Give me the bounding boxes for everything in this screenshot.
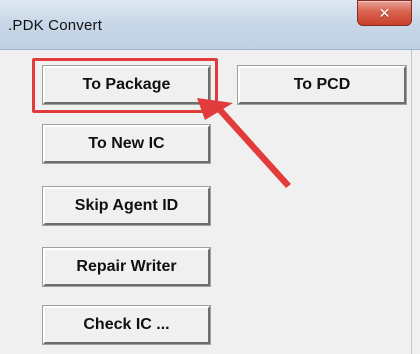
- to-new-ic-button[interactable]: To New IC: [42, 124, 211, 164]
- close-button[interactable]: ✕: [357, 0, 412, 26]
- to-pcd-button[interactable]: To PCD: [237, 65, 407, 105]
- close-icon: ✕: [378, 4, 391, 21]
- title-bar: .PDK Convert ✕: [0, 0, 420, 50]
- pdk-convert-window: .PDK Convert ✕ To Package To PCD To New …: [0, 0, 420, 354]
- skip-agent-id-button[interactable]: Skip Agent ID: [42, 186, 211, 226]
- repair-writer-button[interactable]: Repair Writer: [42, 247, 211, 287]
- check-ic-button[interactable]: Check IC ...: [42, 305, 211, 345]
- highlight-annotation: [32, 58, 218, 113]
- window-title: .PDK Convert: [8, 17, 103, 34]
